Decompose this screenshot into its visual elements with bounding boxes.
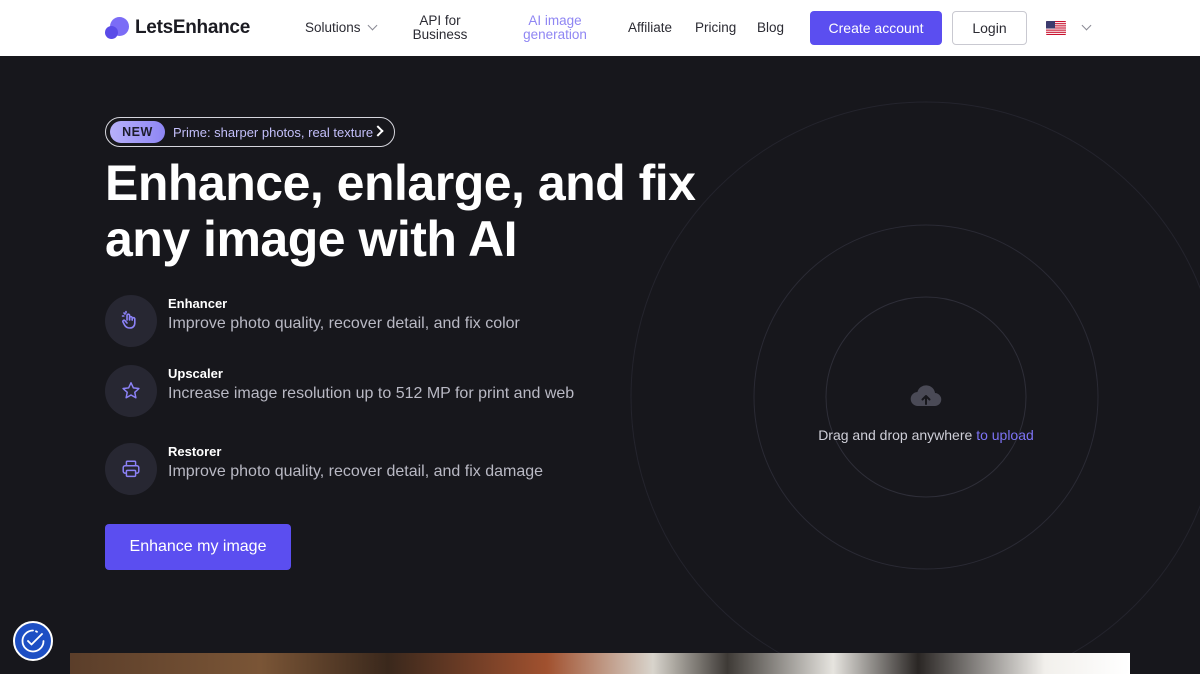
drop-zone-label: Drag and drop anywhere: [818, 427, 977, 443]
announcement-badge[interactable]: NEW Prime: sharper photos, real texture: [105, 117, 395, 147]
upload-link[interactable]: to upload: [976, 427, 1034, 443]
top-navbar: LetsEnhance Solutions API for Business A…: [0, 0, 1200, 56]
feature-upscaler: Upscaler Increase image resolution up to…: [105, 365, 588, 417]
chevron-right-icon: [372, 125, 384, 137]
us-flag-icon[interactable]: [1046, 21, 1066, 35]
feature-description: Increase image resolution up to 512 MP f…: [168, 385, 575, 402]
feature-title: Upscaler: [168, 366, 223, 381]
language-chevron-down-icon[interactable]: [1081, 20, 1092, 31]
feature-description: Improve photo quality, recover detail, a…: [168, 463, 544, 480]
nav-blog[interactable]: Blog: [757, 21, 784, 35]
hero-headline: Enhance, enlarge, and fix any image with…: [105, 155, 696, 267]
magic-hand-icon: [105, 295, 157, 347]
nav-solutions[interactable]: Solutions: [305, 20, 377, 35]
announcement-text: Prime: sharper photos, real texture: [173, 124, 374, 140]
logo[interactable]: LetsEnhance: [105, 16, 250, 40]
nav-pricing[interactable]: Pricing: [695, 21, 736, 35]
feature-title: Enhancer: [168, 296, 228, 311]
logo-icon: [105, 16, 129, 40]
nav-api-for-business[interactable]: API for Business: [404, 14, 476, 42]
nav-solutions-label: Solutions: [305, 20, 361, 35]
feature-restorer: Restorer Improve photo quality, recover …: [105, 443, 588, 495]
chevron-down-icon: [367, 20, 377, 31]
drop-zone-text[interactable]: Drag and drop anywhere to upload: [760, 427, 1092, 443]
nav-affiliate[interactable]: Affiliate: [628, 21, 672, 35]
enhance-my-image-button[interactable]: Enhance my image: [105, 524, 291, 570]
accessibility-icon: [21, 629, 45, 653]
feature-title: Restorer: [168, 444, 222, 459]
new-tag: NEW: [110, 121, 165, 143]
feature-description: Improve photo quality, recover detail, a…: [168, 315, 520, 332]
printer-icon: [105, 443, 157, 495]
login-button[interactable]: Login: [952, 11, 1027, 45]
star-icon: [105, 365, 157, 417]
logo-text: LetsEnhance: [135, 17, 250, 38]
nav-ai-image-generation[interactable]: AI image generation: [517, 14, 593, 42]
feature-enhancer: Enhancer Improve photo quality, recover …: [105, 295, 588, 347]
accessibility-button[interactable]: [13, 621, 53, 661]
cloud-upload-icon[interactable]: [909, 384, 943, 413]
preview-image: [70, 653, 1130, 674]
create-account-button[interactable]: Create account: [810, 11, 942, 45]
